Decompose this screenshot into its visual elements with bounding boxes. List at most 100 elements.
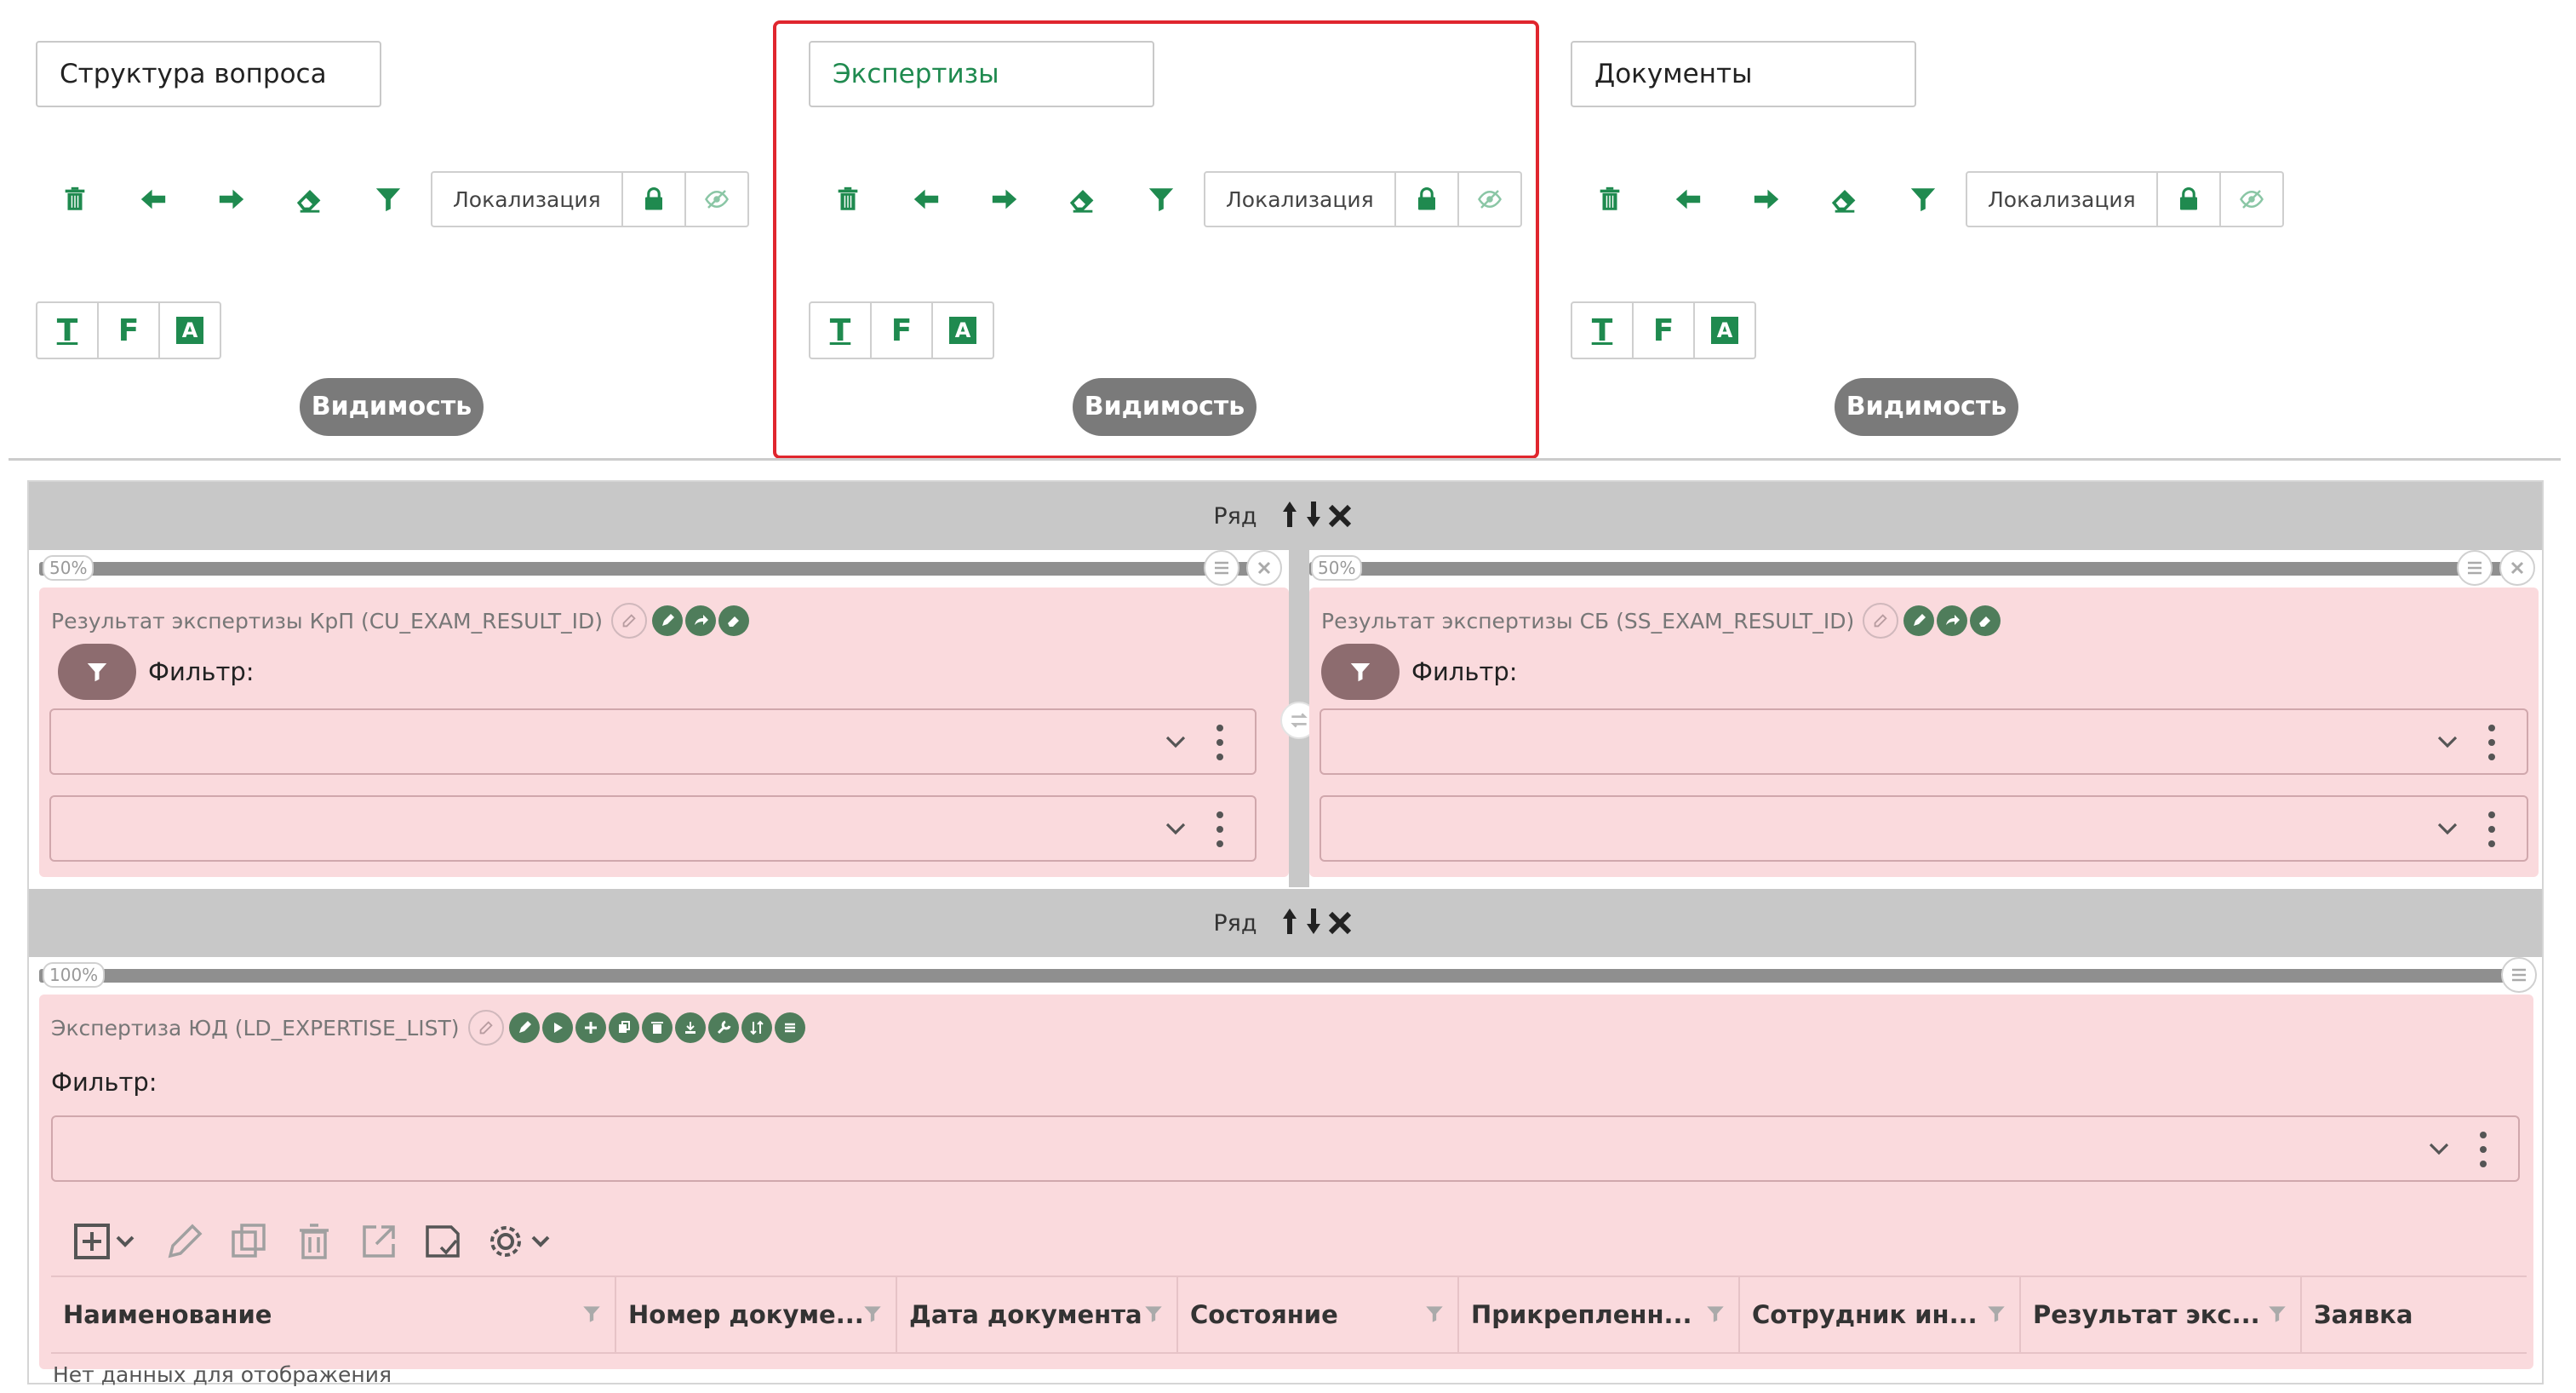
filter-icon[interactable]	[349, 172, 427, 226]
column-width-bar[interactable]	[39, 562, 1265, 576]
font-format-button[interactable]: F	[97, 301, 160, 359]
grid-column-header[interactable]: Сотрудник ин...	[1740, 1277, 2021, 1352]
eraser-icon[interactable]	[1806, 172, 1884, 226]
grid-column-header[interactable]: Состояние	[1178, 1277, 1459, 1352]
delete-record-button[interactable]	[293, 1216, 335, 1267]
pencil-icon[interactable]	[1903, 605, 1935, 636]
lock-icon[interactable]	[2157, 171, 2221, 227]
open-external-button[interactable]	[358, 1216, 400, 1267]
column-close-icon[interactable]	[1246, 550, 1282, 586]
eraser-icon[interactable]	[718, 605, 750, 636]
filter-toggle-button[interactable]	[58, 644, 136, 700]
row-label: Ряд	[1213, 909, 1257, 937]
pencil-icon[interactable]	[652, 605, 684, 636]
play-icon[interactable]	[541, 1012, 573, 1043]
wrench-icon[interactable]	[707, 1012, 739, 1043]
edit-icon[interactable]	[611, 603, 648, 639]
arrow-left-icon[interactable]	[1649, 172, 1727, 226]
column-width-bar[interactable]	[39, 969, 2508, 983]
sort-icon[interactable]	[741, 1012, 772, 1043]
save-record-button[interactable]	[422, 1216, 465, 1267]
list-icon[interactable]	[774, 1012, 805, 1043]
widget-cu-exam-result[interactable]: Результат экспертизы КрП (CU_EXAM_RESULT…	[39, 588, 1289, 877]
tab-title-input[interactable]: Экспертизы	[809, 41, 1154, 107]
localization-button[interactable]: Локализация	[1966, 171, 2158, 227]
arrow-left-icon[interactable]	[114, 172, 192, 226]
arrow-left-icon[interactable]	[887, 172, 965, 226]
lock-icon[interactable]	[1395, 171, 1459, 227]
lock-icon[interactable]	[622, 171, 686, 227]
tab-card-3[interactable]: Документы Локализация T F A Видимость	[1535, 20, 2301, 459]
widget-ss-exam-result[interactable]: Результат экспертизы СБ (SS_EXAM_RESULT_…	[1309, 588, 2539, 877]
grid-column-header[interactable]: Дата документа	[897, 1277, 1178, 1352]
tab-card-2[interactable]: Экспертизы Локализация T F A Видимость	[773, 20, 1539, 459]
column-filter-icon	[864, 1306, 881, 1322]
row-controls[interactable]	[1281, 907, 1358, 939]
text-format-button[interactable]: T	[36, 301, 99, 359]
arrow-right-icon[interactable]	[965, 172, 1044, 226]
column-list-icon[interactable]	[1204, 550, 1239, 586]
text-format-button[interactable]: T	[809, 301, 872, 359]
grid-header: Наименование Номер докуме... Дата докуме…	[51, 1275, 2527, 1354]
filter-toggle-button[interactable]	[1321, 644, 1400, 700]
filter-select-1[interactable]	[49, 708, 1257, 775]
export-icon[interactable]	[674, 1012, 706, 1043]
font-format-button[interactable]: F	[870, 301, 933, 359]
eye-slash-icon[interactable]	[685, 171, 749, 227]
edit-record-button[interactable]	[163, 1216, 206, 1267]
filter-select-2[interactable]	[1319, 795, 2528, 862]
grid-column-header[interactable]: Наименование	[51, 1277, 616, 1352]
trash-icon[interactable]	[36, 172, 114, 226]
arrow-right-icon[interactable]	[1727, 172, 1806, 226]
color-format-button[interactable]: A	[1693, 301, 1756, 359]
add-record-button[interactable]	[73, 1216, 141, 1267]
eraser-icon[interactable]	[271, 172, 349, 226]
settings-menu-button[interactable]	[487, 1216, 555, 1267]
column-list-icon[interactable]	[2457, 550, 2493, 586]
copy-record-button[interactable]	[228, 1216, 271, 1267]
plus-icon[interactable]	[575, 1012, 606, 1043]
grid-column-header[interactable]: Заявка	[2302, 1277, 2523, 1352]
more-vertical-icon	[2488, 811, 2495, 847]
arrow-right-icon[interactable]	[192, 172, 271, 226]
column-close-icon[interactable]	[2499, 550, 2535, 586]
grid-column-header[interactable]: Результат экс...	[2021, 1277, 2302, 1352]
localization-button[interactable]: Локализация	[1204, 171, 1396, 227]
text-format-button[interactable]: T	[1571, 301, 1634, 359]
share-icon[interactable]	[685, 605, 717, 636]
tab-title-input[interactable]: Структура вопроса	[36, 41, 381, 107]
grid-column-header[interactable]: Прикрепленн...	[1459, 1277, 1740, 1352]
filter-icon[interactable]	[1122, 172, 1200, 226]
row-controls[interactable]	[1281, 500, 1358, 532]
edit-icon[interactable]	[1863, 603, 1899, 639]
visibility-button[interactable]: Видимость	[1073, 378, 1257, 436]
column-list-icon[interactable]	[2501, 957, 2537, 993]
font-format-button[interactable]: F	[1632, 301, 1695, 359]
filter-select-2[interactable]	[49, 795, 1257, 862]
grid-column-header[interactable]: Номер докуме...	[616, 1277, 897, 1352]
filter-icon[interactable]	[1884, 172, 1962, 226]
edit-icon[interactable]	[467, 1010, 504, 1046]
widget-ld-expertise-list[interactable]: Экспертиза ЮД (LD_EXPERTISE_LIST) Фильтр…	[39, 995, 2533, 1387]
color-format-button[interactable]: A	[158, 301, 221, 359]
eraser-icon[interactable]	[1970, 605, 2001, 636]
filter-select-1[interactable]	[1319, 708, 2528, 775]
color-format-button[interactable]: A	[931, 301, 994, 359]
eye-slash-icon[interactable]	[2220, 171, 2284, 227]
tab-card-1[interactable]: Структура вопроса Локализация T F A Видимость	[0, 20, 766, 459]
filter-label: Фильтр:	[1411, 657, 1518, 686]
pencil-icon[interactable]	[508, 1012, 540, 1043]
visibility-button[interactable]: Видимость	[1835, 378, 2018, 436]
filter-select[interactable]	[51, 1115, 2520, 1182]
eraser-icon[interactable]	[1044, 172, 1122, 226]
visibility-button[interactable]: Видимость	[300, 378, 484, 436]
trash-icon[interactable]	[809, 172, 887, 226]
copy-icon[interactable]	[608, 1012, 639, 1043]
trash-icon[interactable]	[1571, 172, 1649, 226]
column-width-bar[interactable]	[1309, 562, 2518, 576]
localization-button[interactable]: Локализация	[431, 171, 623, 227]
tab-title-input[interactable]: Документы	[1571, 41, 1916, 107]
share-icon[interactable]	[1937, 605, 1968, 636]
trash-icon[interactable]	[641, 1012, 673, 1043]
eye-slash-icon[interactable]	[1458, 171, 1522, 227]
